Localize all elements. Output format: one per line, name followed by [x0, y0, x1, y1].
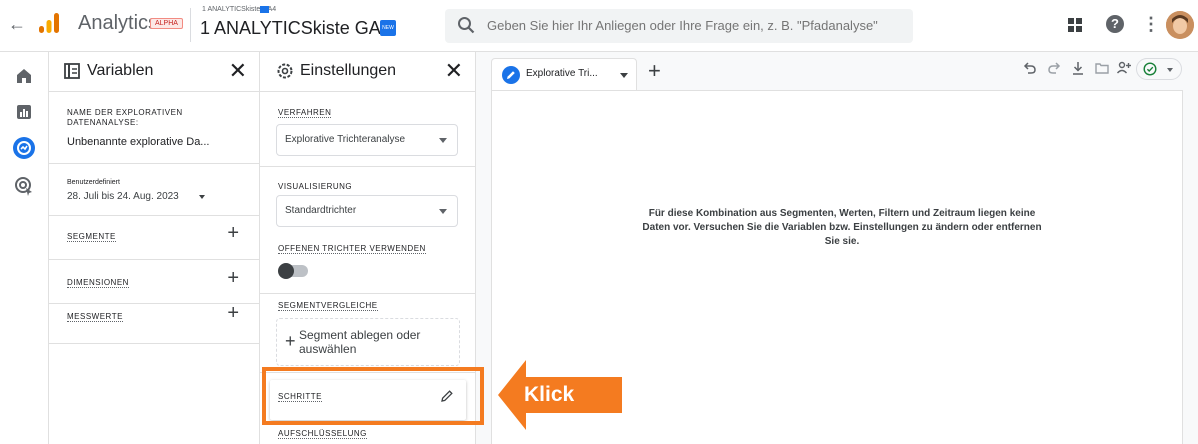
settings-header: Einstellungen ✕ [260, 52, 475, 92]
gear-icon [277, 63, 293, 79]
date-dropdown-icon[interactable] [199, 195, 205, 199]
technique-select[interactable]: Explorative Trichteranalyse [276, 124, 458, 156]
visualization-select[interactable]: Standardtrichter [276, 195, 458, 227]
segment-comparisons-label: SEGMENTVERGLEICHE [278, 301, 378, 311]
visualization-label: VISUALISIERUNG [278, 182, 353, 191]
user-face-icon [1166, 11, 1194, 39]
analytics-logo-icon [39, 13, 59, 33]
segment-drop-text: Segment ablegen oder auswählen [299, 328, 421, 356]
close-icon[interactable]: ✕ [229, 58, 247, 84]
metrics-section: MESSWERTE + [49, 302, 259, 344]
add-dimension-icon[interactable]: + [227, 267, 239, 290]
status-menu[interactable] [1136, 58, 1182, 80]
technique-label: VERFAHREN [278, 108, 332, 118]
exploration-name-value[interactable]: Unbenannte explorative Da... [67, 136, 209, 148]
settings-title: Einstellungen [300, 62, 397, 79]
variables-header: Variablen ✕ [49, 52, 259, 92]
property-mini-badge [260, 6, 269, 13]
search-input[interactable] [487, 9, 907, 43]
technique-value: Explorative Trichteranalyse [285, 134, 406, 145]
divider [260, 293, 475, 294]
reports-icon[interactable] [12, 100, 36, 124]
more-vert-icon[interactable]: ⋮ [1142, 14, 1160, 35]
divider [190, 8, 191, 42]
open-funnel-toggle[interactable] [278, 263, 308, 279]
variables-title: Variablen [87, 62, 154, 79]
date-range-value[interactable]: 28. Juli bis 24. Aug. 2023 [67, 191, 179, 202]
toggle-knob [278, 263, 294, 279]
exploration-name-label: NAME DER EXPLORATIVEN DATENANALYSE: [67, 108, 183, 127]
no-data-message: Für diese Kombination aus Segmenten, Wer… [642, 208, 1042, 247]
home-icon[interactable] [12, 64, 36, 88]
search-icon [458, 17, 475, 34]
undo-icon[interactable] [1022, 60, 1038, 76]
edit-tab-icon [502, 66, 520, 84]
search-bar[interactable] [445, 9, 913, 43]
explore-icon[interactable] [12, 136, 36, 160]
check-circle-icon [1143, 62, 1157, 76]
avatar[interactable] [1166, 11, 1194, 39]
redo-icon[interactable] [1046, 60, 1062, 76]
segments-label: SEGMENTE [67, 232, 116, 242]
open-funnel-label: OFFENEN TRICHTER VERWENDEN [278, 244, 426, 254]
add-tab-icon[interactable]: + [648, 58, 661, 84]
callout-text: Klick [524, 383, 575, 406]
apps-grid-icon[interactable] [1066, 16, 1084, 34]
plus-icon: + [285, 331, 296, 351]
chevron-down-icon [1167, 68, 1173, 72]
metrics-label: MESSWERTE [67, 312, 123, 322]
alpha-badge: ALPHA [150, 18, 183, 29]
account-selector[interactable]: 1 ANALYTICSkiste GA4 [200, 18, 391, 39]
left-navigation [0, 52, 48, 444]
top-bar: ← Analytics ALPHA 1 ANALYTICSkiste GA4 1… [0, 0, 1198, 52]
tab-explorative-funnel[interactable]: Explorative Tri... [491, 58, 637, 91]
chevron-down-icon[interactable] [620, 73, 628, 78]
share-user-icon[interactable] [1116, 60, 1132, 76]
segments-section: SEGMENTE + [49, 216, 259, 260]
chevron-down-icon [439, 209, 447, 214]
date-range-section[interactable]: Benutzerdefiniert 28. Juli bis 24. Aug. … [49, 164, 259, 216]
export-folder-icon[interactable] [1094, 60, 1110, 76]
exploration-name-section: NAME DER EXPLORATIVEN DATENANALYSE: Unbe… [49, 92, 259, 164]
segment-drop-zone[interactable]: + Segment ablegen oder auswählen [276, 318, 460, 366]
highlight-box [262, 367, 484, 425]
back-arrow-icon[interactable]: ← [8, 14, 26, 35]
dimensions-label: DIMENSIONEN [67, 278, 129, 288]
variables-panel: Variablen ✕ NAME DER EXPLORATIVEN DATENA… [48, 52, 260, 444]
download-icon[interactable] [1070, 60, 1086, 76]
app-title: Analytics [78, 12, 159, 34]
tab-label: Explorative Tri... [526, 68, 598, 79]
add-segment-icon[interactable]: + [227, 222, 239, 245]
visualization-value: Standardtrichter [285, 205, 357, 216]
help-icon[interactable]: ? [1106, 15, 1124, 33]
advertising-icon[interactable] [12, 174, 36, 198]
date-range-label: Benutzerdefiniert [67, 179, 120, 186]
variables-icon [64, 63, 80, 79]
close-icon[interactable]: ✕ [445, 58, 463, 84]
chevron-down-icon [439, 138, 447, 143]
divider [260, 166, 475, 167]
breakdown-label: AUFSCHLÜSSELUNG [278, 429, 367, 439]
dimensions-section: DIMENSIONEN + [49, 260, 259, 304]
add-metric-icon[interactable]: + [227, 302, 239, 325]
new-badge: NEW [380, 20, 396, 36]
